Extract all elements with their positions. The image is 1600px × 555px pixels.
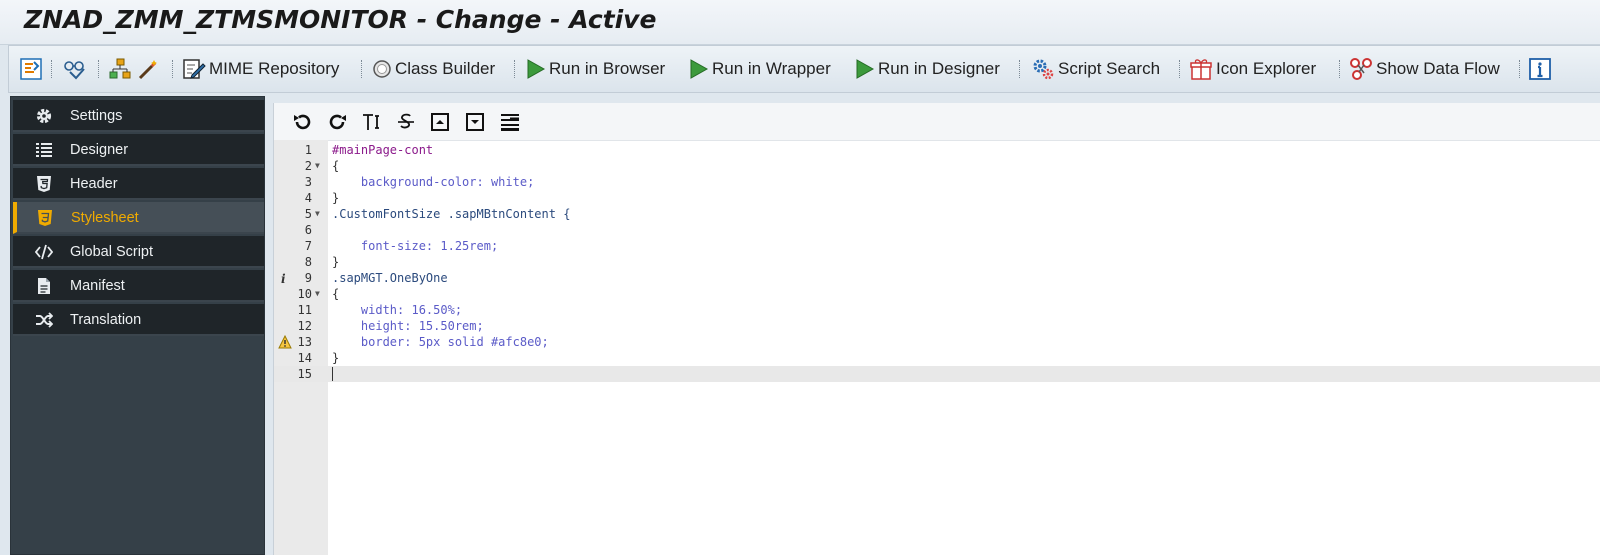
code-text: background-color: white;: [332, 175, 535, 189]
run-in-browser-button[interactable]: Run in Browser: [526, 46, 665, 92]
magic-wand-icon[interactable]: [137, 46, 159, 92]
sidebar-item-designer[interactable]: Designer: [13, 134, 264, 166]
strikethrough-icon[interactable]: [395, 111, 417, 133]
sidebar-item-header[interactable]: Header: [13, 168, 264, 200]
code-line: 12 height: 15.50rem;: [297, 319, 484, 333]
application-toolbar: MIME Repository Class Builder Run in Bro…: [8, 45, 1600, 93]
fold-all-icon[interactable]: [429, 111, 451, 133]
class-builder-button[interactable]: Class Builder: [372, 46, 495, 92]
icon-explorer-button[interactable]: Icon Explorer: [1189, 46, 1316, 92]
show-data-flow-button[interactable]: Show Data Flow: [1349, 46, 1500, 92]
editor-toolbar: [274, 103, 1600, 141]
info-icon[interactable]: [1529, 46, 1551, 92]
glasses-icon[interactable]: [62, 46, 88, 92]
gear-icon: [36, 108, 52, 124]
html5-icon: [37, 176, 51, 192]
sidebar-item-settings[interactable]: Settings: [13, 100, 264, 132]
code-line: 5 ▼ .CustomFontSize .sapMBtnContent {: [304, 206, 571, 222]
code-line: 10 ▼ {: [297, 286, 340, 302]
sidebar-item-stylesheet[interactable]: Stylesheet: [13, 202, 264, 234]
data-flow-icon: [1350, 58, 1372, 80]
fold-toggle-icon[interactable]: ▼: [315, 158, 320, 174]
code-line: 8 }: [304, 255, 340, 269]
code-line: 2 ▼ {: [304, 158, 340, 174]
sidebar-item-manifest[interactable]: Manifest: [13, 270, 264, 302]
edit-document-icon: [183, 59, 206, 79]
code-editor[interactable]: 1 #mainPage-cont 2 ▼ { 3 background-colo…: [273, 103, 1600, 555]
redo-icon[interactable]: [326, 111, 348, 133]
code-area[interactable]: 1 #mainPage-cont 2 ▼ { 3 background-colo…: [274, 140, 1600, 555]
run-in-wrapper-button[interactable]: Run in Wrapper: [689, 46, 831, 92]
circle-icon: [373, 60, 391, 78]
window-title: ZNAD_ZMM_ZTMSMONITOR - Change - Active: [24, 5, 657, 34]
gift-icon: [1190, 59, 1212, 80]
code-line: 3 background-color: white;: [304, 175, 535, 189]
gears-icon: [1033, 59, 1054, 80]
code-icon: [35, 244, 53, 260]
run-in-designer-button[interactable]: Run in Designer: [855, 46, 1000, 92]
list-icon: [36, 143, 52, 157]
code-line: 13 border: 5px solid #afc8e0;: [274, 334, 1600, 350]
format-code-icon[interactable]: [499, 111, 521, 133]
code-line: 1 #mainPage-cont: [304, 143, 434, 157]
play-icon: [856, 59, 875, 79]
current-code-line: 15: [274, 366, 1600, 382]
play-icon: [690, 59, 709, 79]
code-line: 7 font-size: 1.25rem;: [304, 239, 499, 253]
hierarchy-icon[interactable]: [109, 46, 131, 92]
code-line: 14 }: [297, 351, 340, 365]
css3-icon: [38, 210, 52, 226]
code-line: 11 width: 16.50%;: [297, 303, 463, 317]
text-cursor: [332, 367, 333, 381]
sidebar-item-translation[interactable]: Translation: [13, 304, 264, 336]
code-line: 4 }: [304, 191, 340, 205]
play-icon: [527, 59, 546, 79]
display-change-icon[interactable]: [20, 46, 42, 92]
fold-toggle-icon[interactable]: ▼: [315, 286, 320, 302]
mime-repository-button[interactable]: MIME Repository: [182, 46, 339, 92]
shuffle-icon: [36, 312, 53, 328]
unfold-all-icon[interactable]: [464, 111, 486, 133]
sidebar: Settings Designer Header Stylesheet Glob…: [10, 96, 265, 555]
fold-toggle-icon[interactable]: ▼: [315, 206, 320, 222]
undo-icon[interactable]: [292, 111, 314, 133]
title-bar: ZNAD_ZMM_ZTMSMONITOR - Change - Active: [0, 0, 1600, 45]
code-line: i 9 .sapMGT.OneByOne: [274, 270, 1600, 286]
script-search-button[interactable]: Script Search: [1031, 46, 1160, 92]
code-line: 6: [304, 223, 312, 237]
text-size-icon[interactable]: [361, 111, 383, 133]
sidebar-item-global-script[interactable]: Global Script: [13, 236, 264, 268]
document-icon: [38, 278, 50, 294]
